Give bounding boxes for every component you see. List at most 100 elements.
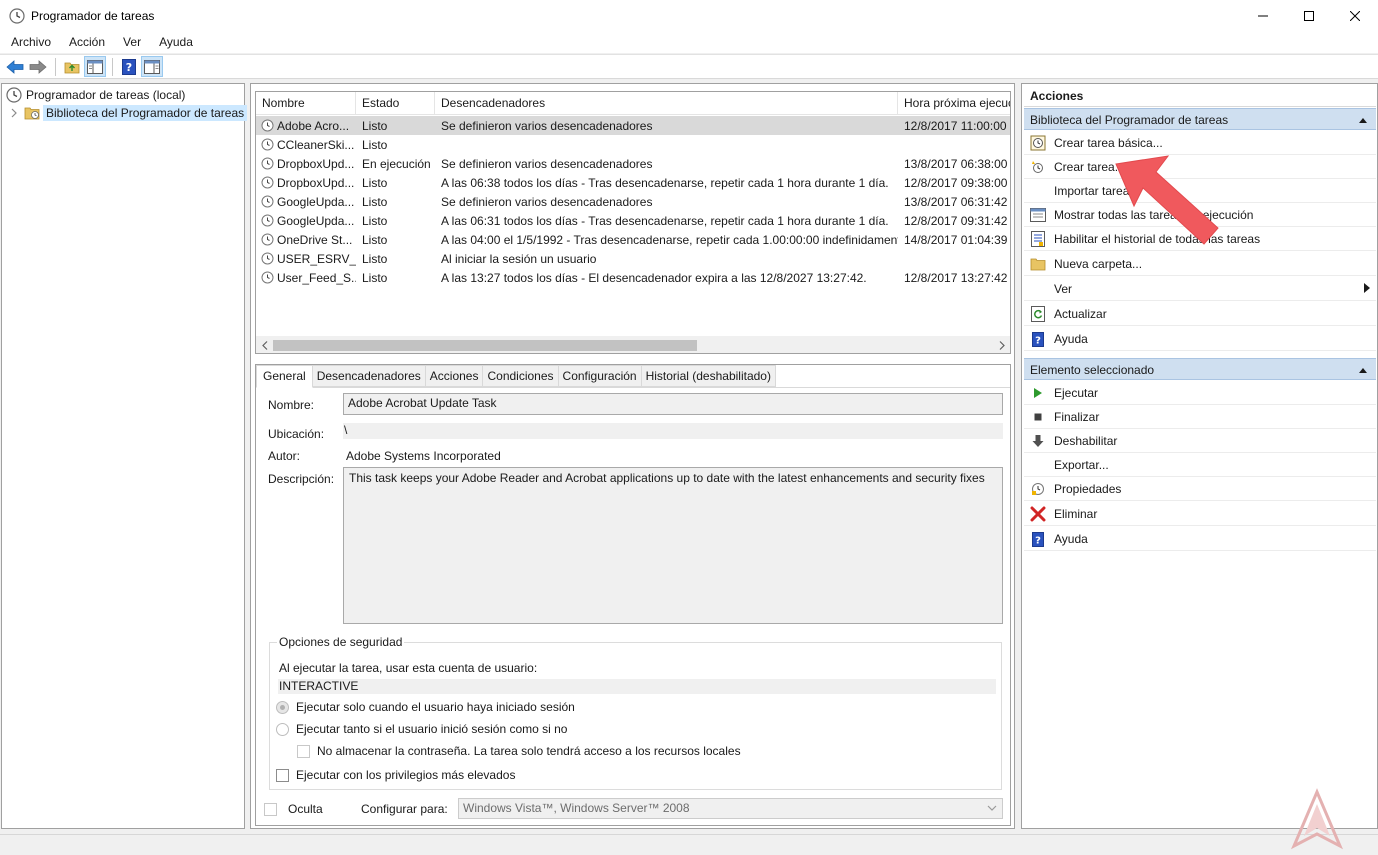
action-label: Mostrar todas las tareas en ejecución (1054, 208, 1254, 222)
action-properties[interactable]: Propiedades (1024, 478, 1376, 501)
checkbox-highest-privileges[interactable]: Ejecutar con los privilegios más elevado… (276, 768, 515, 782)
action-help-selected[interactable]: ? Ayuda (1024, 528, 1376, 551)
table-row[interactable]: GoogleUpda... Listo Se definieron varios d… (256, 192, 1010, 211)
help-icon: ? (1032, 331, 1044, 347)
task-list: Nombre Estado Desencadenadores Hora próx… (255, 91, 1011, 354)
column-header-status[interactable]: Estado (356, 92, 435, 115)
action-label: Ejecutar (1054, 386, 1099, 400)
refresh-icon (1031, 306, 1045, 322)
menu-accion[interactable]: Acción (62, 35, 112, 49)
table-row[interactable]: Adobe Acro... Listo Se definieron varios d… (256, 116, 1010, 135)
table-row[interactable]: OneDrive St... Listo A las 04:00 el 1/5/19… (256, 230, 1010, 249)
radio-run-logged-on[interactable]: Ejecutar solo cuando el usuario haya ini… (276, 700, 575, 714)
collapse-caret-icon[interactable] (1358, 109, 1368, 131)
show-hide-console-tree-button[interactable] (84, 56, 106, 77)
column-header-triggers[interactable]: Desencadenadores (435, 92, 898, 115)
action-enable-history[interactable]: Habilitar el historial de todas las tare… (1024, 228, 1376, 251)
menu-ver[interactable]: Ver (116, 35, 148, 49)
task-name: DropboxUpd... (277, 175, 355, 190)
scroll-thumb[interactable] (273, 340, 697, 351)
cell-name: Adobe Acro... (256, 119, 356, 133)
checkbox-no-store-password[interactable]: No almacenar la contraseña. La tarea sol… (297, 744, 741, 758)
task-details: General Desencadenadores Acciones Condic… (255, 364, 1011, 826)
action-label: Actualizar (1054, 307, 1107, 321)
action-import-task[interactable]: Importar tarea... (1024, 180, 1376, 203)
action-new-folder[interactable]: Nueva carpeta... (1024, 253, 1376, 276)
tab-triggers[interactable]: Desencadenadores (311, 365, 426, 387)
action-view[interactable]: Ver (1024, 278, 1376, 301)
tab-settings[interactable]: Configuración (557, 365, 642, 387)
submenu-arrow-icon (1364, 283, 1370, 293)
checkbox-hidden[interactable]: Oculta (264, 802, 323, 816)
action-create-basic-task[interactable]: Crear tarea básica... (1024, 132, 1376, 155)
cell-status: Listo (362, 118, 388, 133)
name-field[interactable]: Adobe Acrobat Update Task (343, 393, 1003, 415)
radio-run-whether-logged[interactable]: Ejecutar tanto si el usuario inició sesi… (276, 722, 567, 736)
task-list-header: Nombre Estado Desencadenadores Hora próx… (256, 92, 1010, 115)
cell-next: 14/8/2017 01:04:39 (904, 232, 1008, 247)
action-delete[interactable]: Eliminar (1024, 503, 1376, 526)
chevron-left-icon (261, 341, 267, 350)
configure-for-dropdown[interactable]: Windows Vista™, Windows Server™ 2008 (458, 798, 1003, 819)
scroll-right-button[interactable] (993, 337, 1010, 353)
tab-history[interactable]: Historial (deshabilitado) (640, 365, 776, 387)
up-folder-button[interactable] (61, 56, 83, 77)
status-bar (0, 834, 1378, 855)
scroll-left-button[interactable] (256, 337, 273, 353)
action-create-task[interactable]: Crear tarea... (1024, 156, 1376, 179)
tab-conditions[interactable]: Condiciones (482, 365, 559, 387)
section-selected-item[interactable]: Elemento seleccionado (1024, 358, 1376, 380)
action-end[interactable]: Finalizar (1024, 406, 1376, 429)
section-library[interactable]: Biblioteca del Programador de tareas (1024, 108, 1376, 130)
task-name: CCleanerSki... (277, 137, 355, 152)
action-help-library[interactable]: ? Ayuda (1024, 328, 1376, 351)
description-field[interactable]: This task keeps your Adobe Reader and Ac… (343, 467, 1003, 624)
toolbar-separator (55, 57, 56, 76)
table-row[interactable]: GoogleUpda... Listo A las 06:31 todos los … (256, 211, 1010, 230)
minimize-button[interactable] (1240, 0, 1286, 31)
table-row[interactable]: DropboxUpd... Listo A las 06:38 todos los … (256, 173, 1010, 192)
action-show-running-tasks[interactable]: Mostrar todas las tareas en ejecución (1024, 204, 1376, 227)
basic-task-icon (1030, 135, 1046, 151)
console-tree: Programador de tareas (local) Biblioteca… (1, 83, 248, 829)
table-row[interactable]: USER_ESRV_... Listo Al iniciar la sesión u… (256, 249, 1010, 268)
help-button[interactable]: ? (118, 56, 140, 77)
tab-general[interactable]: General (256, 365, 313, 388)
tree-item-library[interactable]: Biblioteca del Programador de tareas (10, 104, 248, 122)
tree-label-library: Biblioteca del Programador de tareas (43, 105, 248, 121)
column-header-next-run[interactable]: Hora próxima ejecuc (898, 92, 1010, 115)
tree-item-root[interactable]: Programador de tareas (local) (6, 86, 185, 104)
horizontal-scrollbar[interactable] (256, 336, 1010, 353)
create-task-icon (1032, 161, 1043, 173)
close-button[interactable] (1332, 0, 1378, 31)
window-controls (1240, 0, 1378, 31)
action-disable[interactable]: Deshabilitar (1024, 430, 1376, 453)
back-button[interactable] (4, 56, 26, 77)
cell-triggers: Se definieron varios desencadenadores (441, 118, 653, 133)
run-as-user: INTERACTIVE (278, 679, 996, 694)
cell-triggers: Se definieron varios desencadenadores (441, 194, 653, 209)
cell-name: GoogleUpda... (256, 214, 356, 228)
task-name: GoogleUpda... (277, 194, 355, 209)
action-refresh[interactable]: Actualizar (1024, 303, 1376, 326)
menu-archivo[interactable]: Archivo (4, 35, 58, 49)
action-run[interactable]: Ejecutar (1024, 382, 1376, 405)
action-export[interactable]: Exportar... (1024, 454, 1376, 477)
cell-name: GoogleUpda... (256, 195, 356, 209)
forward-button[interactable] (27, 56, 49, 77)
cell-next: 12/8/2017 13:27:42 (904, 270, 1008, 285)
collapse-caret-icon[interactable] (1358, 359, 1368, 381)
table-row[interactable]: CCleanerSki... Listo (256, 135, 1010, 154)
cell-triggers: A las 04:00 el 1/5/1992 - Tras desencade… (441, 232, 898, 247)
column-header-name[interactable]: Nombre (256, 92, 356, 115)
table-row[interactable]: User_Feed_S... Listo A las 13:27 todos los… (256, 268, 1010, 287)
checkbox-box (297, 744, 310, 758)
chevron-right-icon[interactable] (10, 108, 18, 118)
show-hide-action-pane-button[interactable] (141, 56, 163, 77)
maximize-button[interactable] (1286, 0, 1332, 31)
table-row[interactable]: DropboxUpd... En ejecución Se definieron v… (256, 154, 1010, 173)
menu-ayuda[interactable]: Ayuda (152, 35, 200, 49)
tab-actions[interactable]: Acciones (424, 365, 484, 387)
task-name: User_Feed_S... (277, 270, 356, 285)
delete-x-icon (1030, 506, 1046, 522)
